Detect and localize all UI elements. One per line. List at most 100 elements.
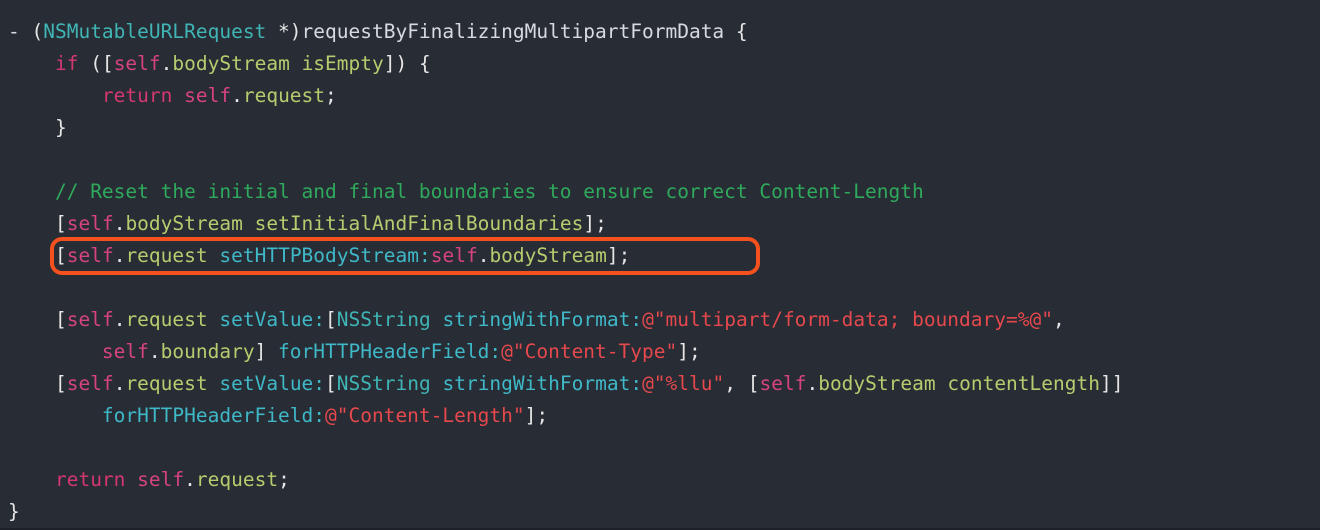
token-plain: requestByFinalizingMultipartFormData xyxy=(301,20,725,43)
token-type: NSMutableURLRequest xyxy=(43,20,267,43)
code-line[interactable]: return self.request; xyxy=(0,80,1320,112)
token-self: self xyxy=(113,52,161,75)
token-punct: } xyxy=(54,116,67,139)
token-prop: setInitialAndFinalBoundaries xyxy=(254,212,584,235)
token-selector: forHTTPHeaderField xyxy=(278,340,490,363)
token-colon: : xyxy=(313,372,326,395)
token-prop: bodyStream xyxy=(125,212,243,235)
code-line[interactable]: [self.request setHTTPBodyStream:self.bod… xyxy=(0,240,1320,272)
token-type: NSString xyxy=(336,372,431,395)
token-punct: [ xyxy=(54,212,67,235)
token-keyword: return xyxy=(101,84,173,107)
token-punct: . xyxy=(184,468,196,491)
code-line-blank[interactable] xyxy=(0,432,1320,464)
code-line[interactable]: return self.request; xyxy=(0,464,1320,496)
token-punct: . xyxy=(113,372,126,395)
code-line[interactable]: [self.bodyStream setInitialAndFinalBound… xyxy=(0,208,1320,240)
token-punct: . xyxy=(160,52,173,75)
code-viewer[interactable]: - (NSMutableURLRequest *)requestByFinali… xyxy=(0,0,1320,530)
token-selector: setValue xyxy=(219,372,314,395)
token-prop: contentLength xyxy=(947,372,1100,395)
token-punct: , xyxy=(1052,308,1065,331)
token-colon: : xyxy=(489,340,502,363)
token-punct: . xyxy=(477,244,490,267)
token-string: @"multipart/form-data; boundary=%@" xyxy=(642,308,1053,331)
token-punct: { xyxy=(724,20,748,43)
token-prop: request xyxy=(125,372,208,395)
token-prop: request xyxy=(242,84,326,107)
code-line[interactable]: } xyxy=(0,112,1320,144)
token-self: self xyxy=(184,84,232,107)
token-selector: setValue xyxy=(219,308,314,331)
token-punct: ; xyxy=(278,468,290,491)
token-prop: isEmpty xyxy=(301,52,384,75)
token-colon: : xyxy=(418,244,431,267)
code-line[interactable]: } xyxy=(0,496,1320,528)
token-punct: . xyxy=(806,372,819,395)
token-punct: ]) { xyxy=(383,52,431,75)
token-punct: ( xyxy=(31,20,44,43)
token-type: NSString xyxy=(336,308,431,331)
token-colon: : xyxy=(313,404,325,427)
token-prop: boundary xyxy=(160,340,255,363)
token-punct: [ xyxy=(54,372,67,395)
token-punct: [ xyxy=(54,308,67,331)
token-self: self xyxy=(430,244,478,267)
token-punct: ]; xyxy=(524,404,549,427)
token-self: self xyxy=(66,372,114,395)
token-punct: . xyxy=(113,308,126,331)
code-line[interactable]: // Reset the initial and final boundarie… xyxy=(0,176,1320,208)
token-string: @"Content-Length" xyxy=(325,404,525,427)
token-colon: : xyxy=(630,372,643,395)
token-prop: request xyxy=(195,468,279,491)
code-line[interactable]: forHTTPHeaderField:@"Content-Length"]; xyxy=(0,400,1320,432)
code-line[interactable]: [self.request setValue:[NSString stringW… xyxy=(0,368,1320,400)
token-punct: [ xyxy=(54,244,67,267)
code-line-blank[interactable] xyxy=(0,144,1320,176)
code-line[interactable]: - (NSMutableURLRequest *)requestByFinali… xyxy=(0,16,1320,48)
code-line[interactable]: if ([self.bodyStream isEmpty]) { xyxy=(0,48,1320,80)
token-punct: . xyxy=(148,340,161,363)
token-prop: request xyxy=(125,308,208,331)
token-punct: ]; xyxy=(583,212,607,235)
token-punct: , [ xyxy=(724,372,760,395)
code-line[interactable]: self.boundary] forHTTPHeaderField:@"Cont… xyxy=(0,336,1320,368)
token-plain: - xyxy=(8,20,32,43)
token-keyword: if xyxy=(54,52,79,75)
code-block[interactable]: - (NSMutableURLRequest *)requestByFinali… xyxy=(0,16,1320,528)
token-punct: [ xyxy=(325,308,337,331)
token-punct: . xyxy=(231,84,243,107)
token-punct: } xyxy=(8,500,20,523)
token-colon: : xyxy=(630,308,643,331)
token-self: self xyxy=(66,212,114,235)
token-string: @"Content-Type" xyxy=(501,340,678,363)
token-self: self xyxy=(66,244,114,267)
token-prop: request xyxy=(125,244,208,267)
token-prop: bodyStream xyxy=(818,372,936,395)
token-self: self xyxy=(101,340,149,363)
token-prop: bodyStream xyxy=(489,244,607,267)
code-line-blank[interactable] xyxy=(0,272,1320,304)
token-punct: ([ xyxy=(78,52,114,75)
token-self: self xyxy=(759,372,807,395)
token-punct: ]; xyxy=(606,244,631,267)
code-line[interactable]: [self.request setValue:[NSString stringW… xyxy=(0,304,1320,336)
token-punct: ; xyxy=(325,84,337,107)
token-punct: ]; xyxy=(677,340,701,363)
token-comment: // Reset the initial and final boundarie… xyxy=(54,180,924,203)
